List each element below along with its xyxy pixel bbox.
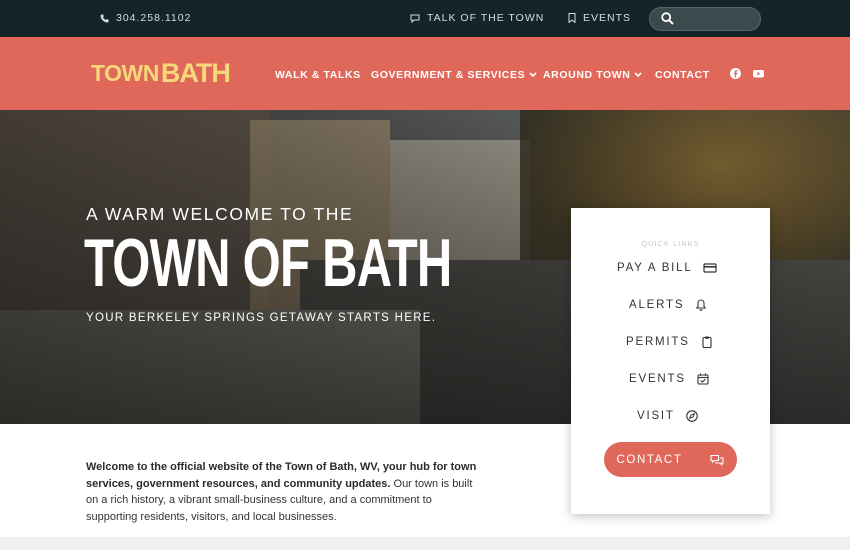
- nav-around-town[interactable]: AROUND TOWN: [543, 69, 643, 81]
- nav-label: GOVERNMENT & SERVICES: [371, 69, 526, 81]
- events-link[interactable]: EVENTS: [568, 12, 631, 24]
- quick-link-permits[interactable]: PERMITS: [626, 335, 714, 349]
- chevron-down-icon: [529, 72, 537, 78]
- quick-link-visit[interactable]: VISIT: [637, 409, 699, 423]
- search-input[interactable]: [649, 7, 761, 31]
- nav-government-services[interactable]: GOVERNMENT & SERVICES: [371, 69, 537, 81]
- compass-icon: [686, 410, 698, 422]
- credit-card-icon: [702, 263, 717, 273]
- phone-number: 304.258.1102: [116, 12, 192, 24]
- nav-walk-talks[interactable]: WALK & TALKS: [275, 69, 361, 81]
- nav-label: AROUND TOWN: [543, 69, 631, 81]
- quick-link-events[interactable]: EVENTS: [629, 372, 710, 386]
- facebook-icon[interactable]: [730, 68, 741, 79]
- clipboard-icon: [702, 336, 712, 349]
- quick-link-label: PAY A BILL: [617, 262, 693, 274]
- quick-links-title: QUICK LINKS: [641, 239, 700, 248]
- phone-icon: [100, 13, 109, 22]
- nav-label: WALK & TALKS: [275, 69, 361, 81]
- main-header: TOWN BATH WALK & TALKS GOVERNMENT & SERV…: [0, 37, 850, 110]
- contact-button-label: CONTACT: [616, 453, 683, 466]
- calendar-check-icon: [697, 373, 709, 385]
- logo-town-text: TOWN: [91, 59, 159, 86]
- bookmark-icon: [568, 13, 576, 23]
- quick-link-label: PERMITS: [626, 336, 690, 348]
- quick-link-label: ALERTS: [629, 299, 685, 311]
- talk-label: TALK OF THE TOWN: [427, 12, 545, 24]
- logo-bath-text: BATH: [160, 57, 231, 88]
- search-icon: [661, 12, 674, 25]
- chat-bubble-icon: [410, 14, 420, 23]
- hero-subtitle: YOUR BERKELEY SPRINGS GETAWAY STARTS HER…: [86, 312, 437, 324]
- phone-link[interactable]: 304.258.1102: [100, 12, 191, 24]
- quick-link-pay-a-bill[interactable]: PAY A BILL: [617, 261, 717, 275]
- town-of-bath-logo[interactable]: TOWN BATH: [91, 56, 231, 90]
- chat-bubbles-icon: [710, 454, 725, 466]
- quick-link-label: EVENTS: [629, 373, 686, 385]
- nav-contact[interactable]: CONTACT: [655, 69, 710, 81]
- section-divider: [0, 537, 850, 550]
- nav-label: CONTACT: [655, 69, 710, 81]
- contact-button[interactable]: CONTACT: [604, 442, 737, 477]
- intro-paragraph: Welcome to the official website of the T…: [86, 459, 486, 525]
- hero-title: TOWN OF BATH: [84, 225, 452, 301]
- talk-of-the-town-link[interactable]: TALK OF THE TOWN: [410, 12, 544, 24]
- chevron-down-icon: [634, 72, 643, 78]
- youtube-icon[interactable]: [753, 68, 764, 79]
- top-bar: 304.258.1102 TALK OF THE TOWN EVENTS: [0, 0, 850, 37]
- quick-link-alerts[interactable]: ALERTS: [629, 298, 708, 312]
- bell-icon: [695, 299, 707, 311]
- quick-links-card: QUICK LINKS PAY A BILL ALERTS PERMITS EV…: [571, 208, 770, 514]
- quick-link-label: VISIT: [637, 410, 675, 422]
- events-label: EVENTS: [583, 12, 632, 24]
- hero-kicker: A WARM WELCOME TO THE: [86, 204, 354, 224]
